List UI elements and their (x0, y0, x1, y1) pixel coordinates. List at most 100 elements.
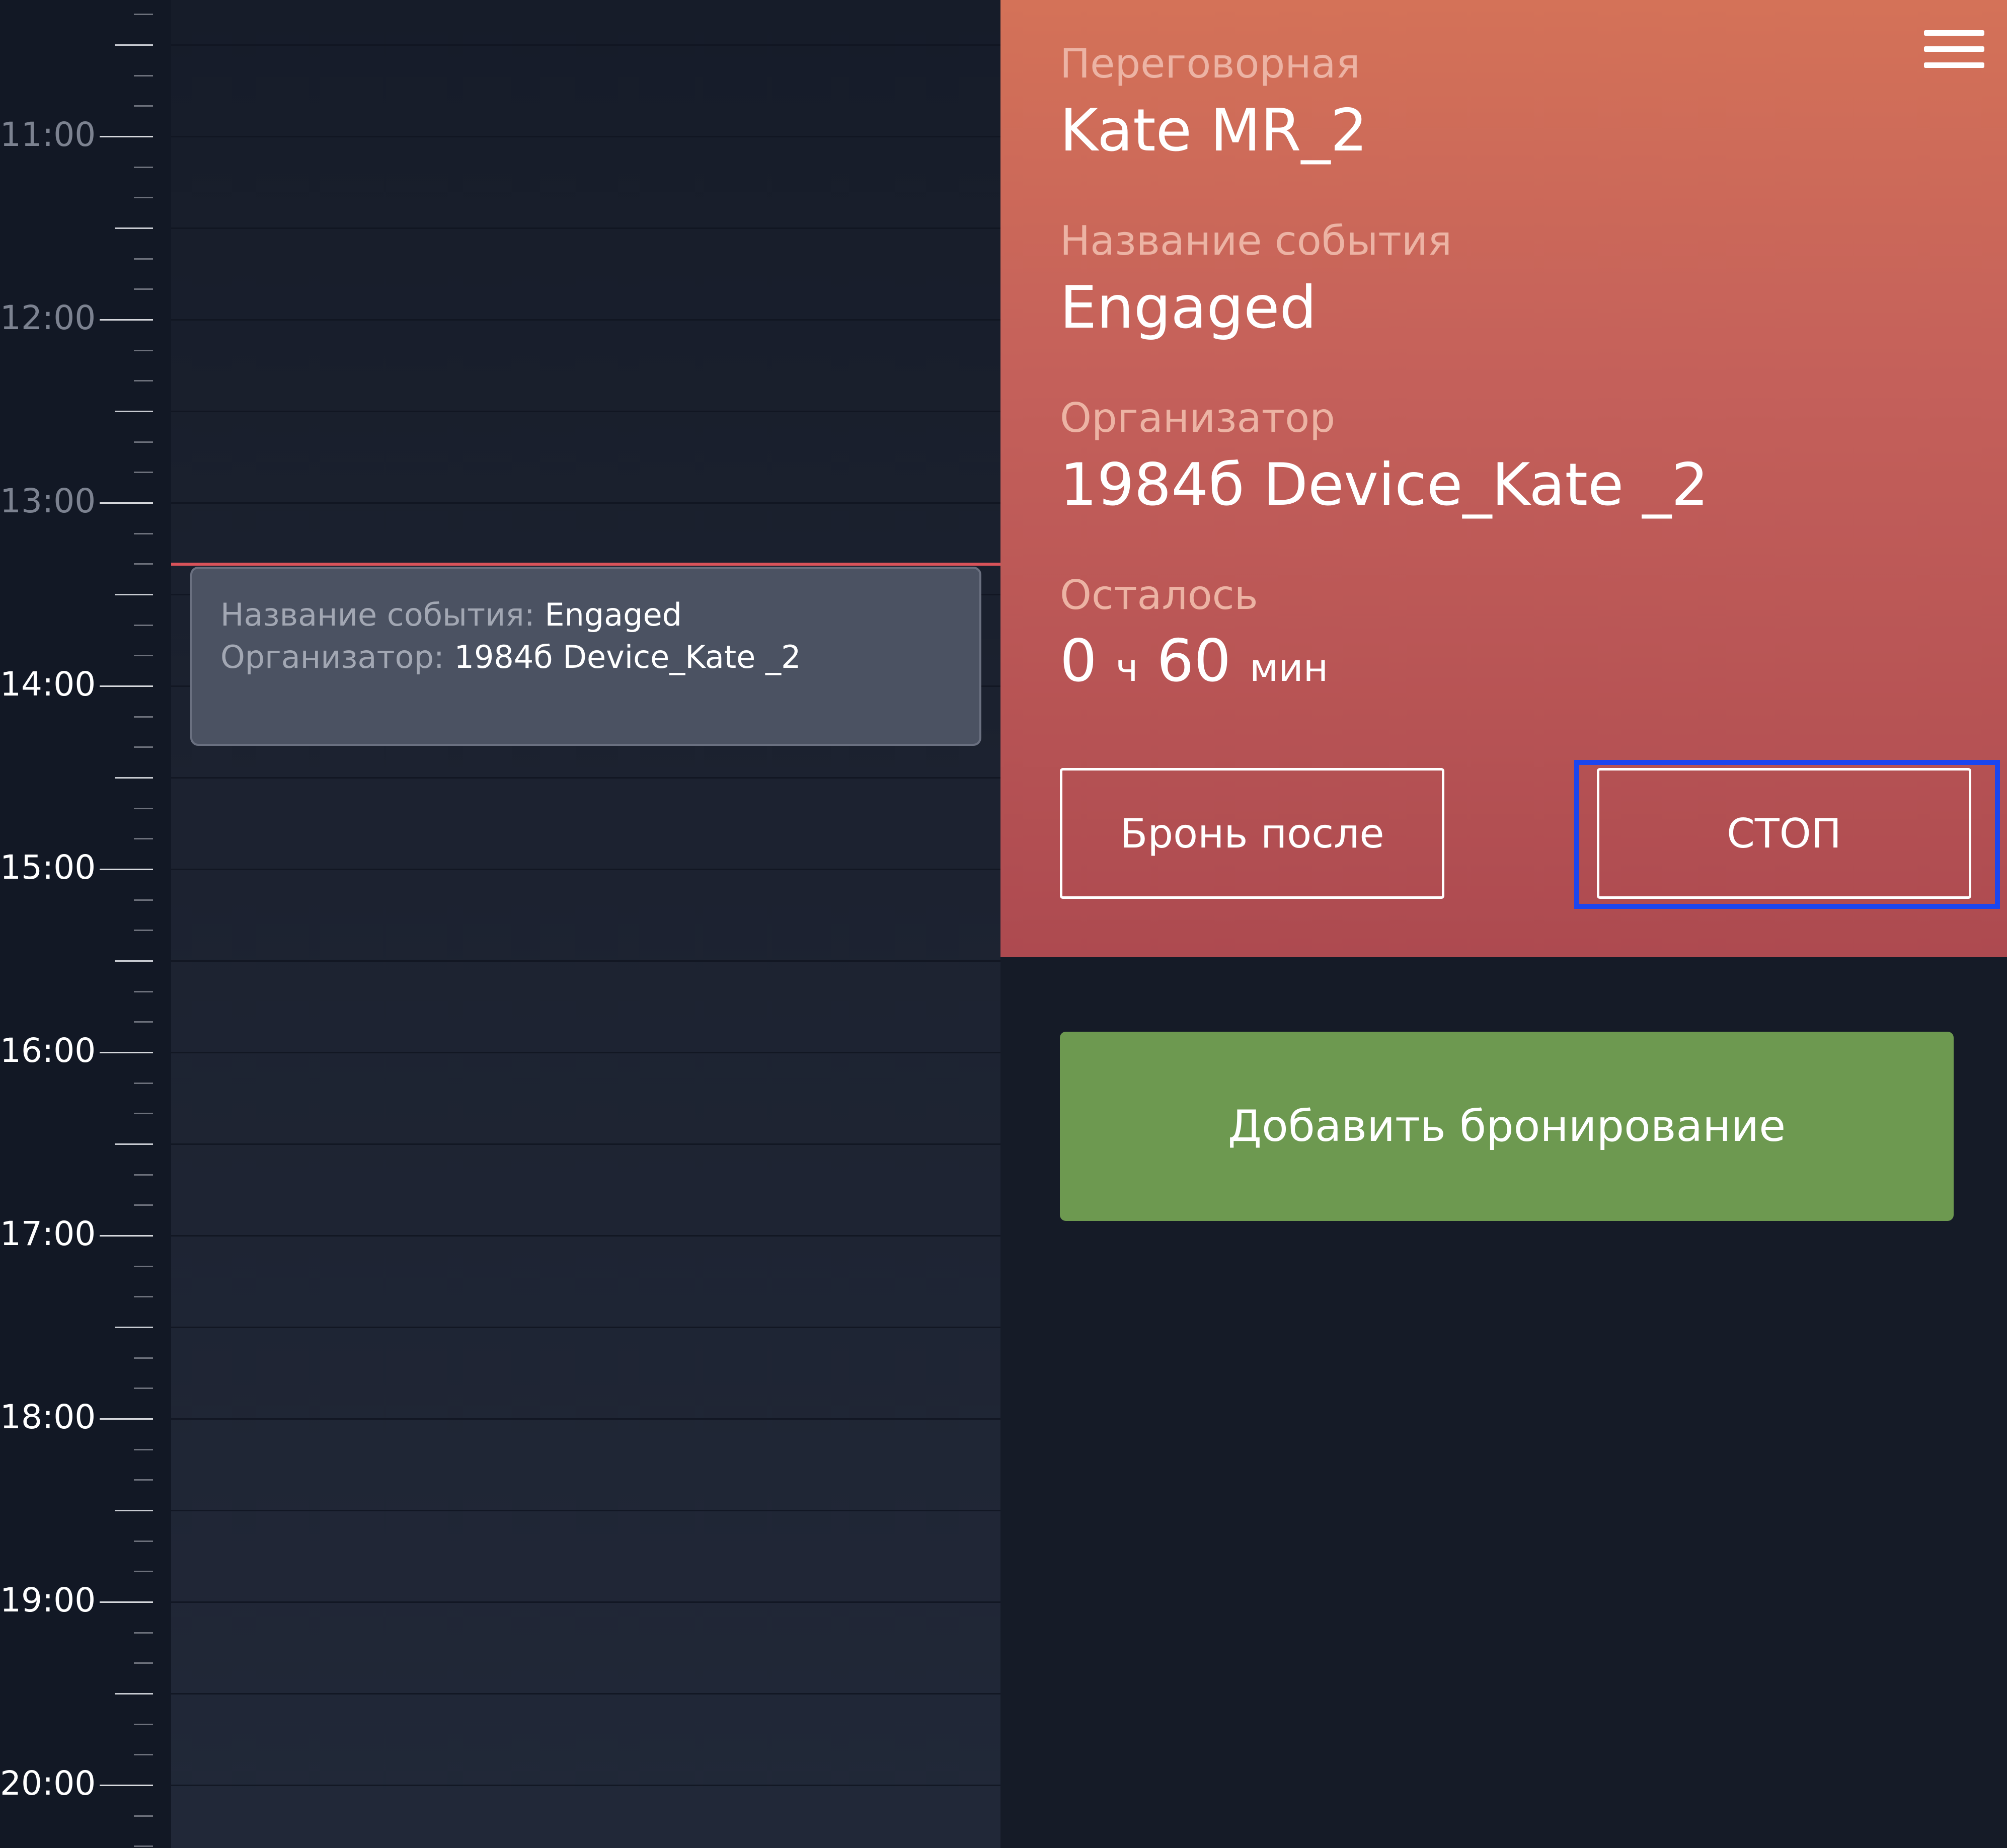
schedule-gridline (171, 1143, 1000, 1145)
current-meeting-panel: Переговорная Kate MR_2 Название события … (1000, 0, 2007, 957)
ruler-tick (115, 1693, 153, 1695)
schedule-gridline (171, 960, 1000, 962)
current-time-line (171, 563, 1000, 566)
ruler-tick (134, 746, 153, 748)
ruler-tick (134, 1845, 153, 1847)
ruler-tick (134, 1113, 153, 1114)
hamburger-menu-icon[interactable] (1924, 30, 1984, 68)
hour-label: 19:00 (0, 1581, 96, 1620)
ruler-tick (134, 1754, 153, 1755)
ruler-tick (115, 227, 153, 229)
hour-label: 17:00 (0, 1214, 96, 1253)
ruler-tick (134, 808, 153, 809)
schedule-gridline (171, 1235, 1000, 1237)
ruler-tick (134, 930, 153, 931)
ruler-tick (100, 1601, 153, 1603)
ruler-tick (134, 655, 153, 656)
schedule-gridline (171, 869, 1000, 870)
room-label: Переговорная (1060, 40, 1360, 87)
ruler-tick (115, 777, 153, 779)
ruler-tick (134, 75, 153, 76)
event-organizer-value: 1984б Device_Kate _2 (454, 639, 801, 675)
schedule-gridline (171, 136, 1000, 137)
time-ruler: 11:00 12:00 13:00 14:00 15:00 16:00 17:0… (0, 0, 171, 1848)
ruler-tick (134, 288, 153, 290)
stop-button[interactable]: СТОП (1597, 768, 1971, 899)
schedule-gridline (171, 1601, 1000, 1603)
ruler-tick (134, 533, 153, 534)
ruler-tick (134, 1204, 153, 1206)
ruler-tick (115, 411, 153, 412)
ruler-tick (134, 1357, 153, 1359)
remaining-hours-unit: ч (1115, 645, 1138, 690)
ruler-tick (134, 1662, 153, 1664)
schedule-gridline (171, 44, 1000, 46)
ruler-tick (115, 1143, 153, 1145)
ruler-tick (134, 197, 153, 198)
book-after-button[interactable]: Бронь после (1060, 768, 1444, 899)
ruler-tick (134, 716, 153, 718)
schedule-gridline (171, 1327, 1000, 1328)
menu-bar (1924, 46, 1984, 52)
schedule-gridline (171, 1785, 1000, 1786)
schedule-gridline (171, 227, 1000, 229)
ruler-tick (134, 625, 153, 626)
ruler-tick (100, 1785, 153, 1786)
event-name-row: Название события: Engaged (220, 594, 951, 636)
ruler-tick (134, 1296, 153, 1297)
ruler-tick (100, 685, 153, 687)
organizer-name: 1984б Device_Kate _2 (1060, 451, 1709, 519)
remaining-minutes: 60 (1156, 627, 1231, 695)
ruler-tick (134, 350, 153, 351)
schedule-gridline (171, 777, 1000, 779)
ruler-tick (134, 1021, 153, 1023)
ruler-tick (134, 1815, 153, 1817)
ruler-tick (115, 44, 153, 46)
remaining-minutes-unit: мин (1249, 645, 1329, 690)
schedule-gridline (171, 411, 1000, 412)
hour-label: 12:00 (0, 298, 96, 337)
add-booking-button[interactable]: Добавить бронирование (1060, 1032, 1954, 1221)
hour-label: 15:00 (0, 848, 96, 887)
organizer-label: Организатор (1060, 395, 1335, 441)
schedule-gridline (171, 1510, 1000, 1511)
ruler-tick (100, 869, 153, 870)
ruler-tick (100, 502, 153, 504)
ruler-tick (100, 136, 153, 137)
ruler-tick (134, 1083, 153, 1084)
room-name: Kate MR_2 (1060, 97, 1368, 165)
hour-label: 18:00 (0, 1398, 96, 1436)
ruler-tick (134, 1449, 153, 1450)
event-block[interactable]: Название события: Engaged Организатор: 1… (190, 567, 981, 746)
event-name-value: Engaged (545, 596, 682, 633)
ruler-tick (134, 167, 153, 168)
ruler-tick (100, 319, 153, 321)
ruler-tick (134, 1724, 153, 1725)
ruler-tick (134, 441, 153, 443)
ruler-tick (134, 899, 153, 901)
remaining-hours: 0 (1060, 627, 1097, 695)
ruler-tick (115, 1510, 153, 1511)
ruler-tick (134, 105, 153, 107)
ruler-tick (115, 594, 153, 595)
ruler-tick (134, 1541, 153, 1542)
schedule-timeline[interactable]: 11:00 12:00 13:00 14:00 15:00 16:00 17:0… (0, 0, 1000, 1848)
schedule-gridline (171, 1693, 1000, 1695)
ruler-tick (134, 258, 153, 260)
event-title-label: Название события (1060, 217, 1452, 264)
meeting-room-app: 11:00 12:00 13:00 14:00 15:00 16:00 17:0… (0, 0, 2007, 1848)
ruler-tick (100, 1052, 153, 1053)
hour-label: 16:00 (0, 1031, 96, 1070)
schedule-gridline (171, 319, 1000, 321)
event-organizer-row: Организатор: 1984б Device_Kate _2 (220, 636, 951, 678)
ruler-tick (115, 1327, 153, 1328)
ruler-tick (100, 1235, 153, 1237)
ruler-tick (100, 1418, 153, 1420)
menu-bar (1924, 30, 1984, 36)
remaining-label: Осталось (1060, 572, 1258, 619)
ruler-tick (134, 472, 153, 473)
menu-bar (1924, 62, 1984, 68)
ruler-tick (134, 380, 153, 381)
ruler-tick (115, 960, 153, 962)
event-name-key: Название события: (220, 596, 535, 633)
